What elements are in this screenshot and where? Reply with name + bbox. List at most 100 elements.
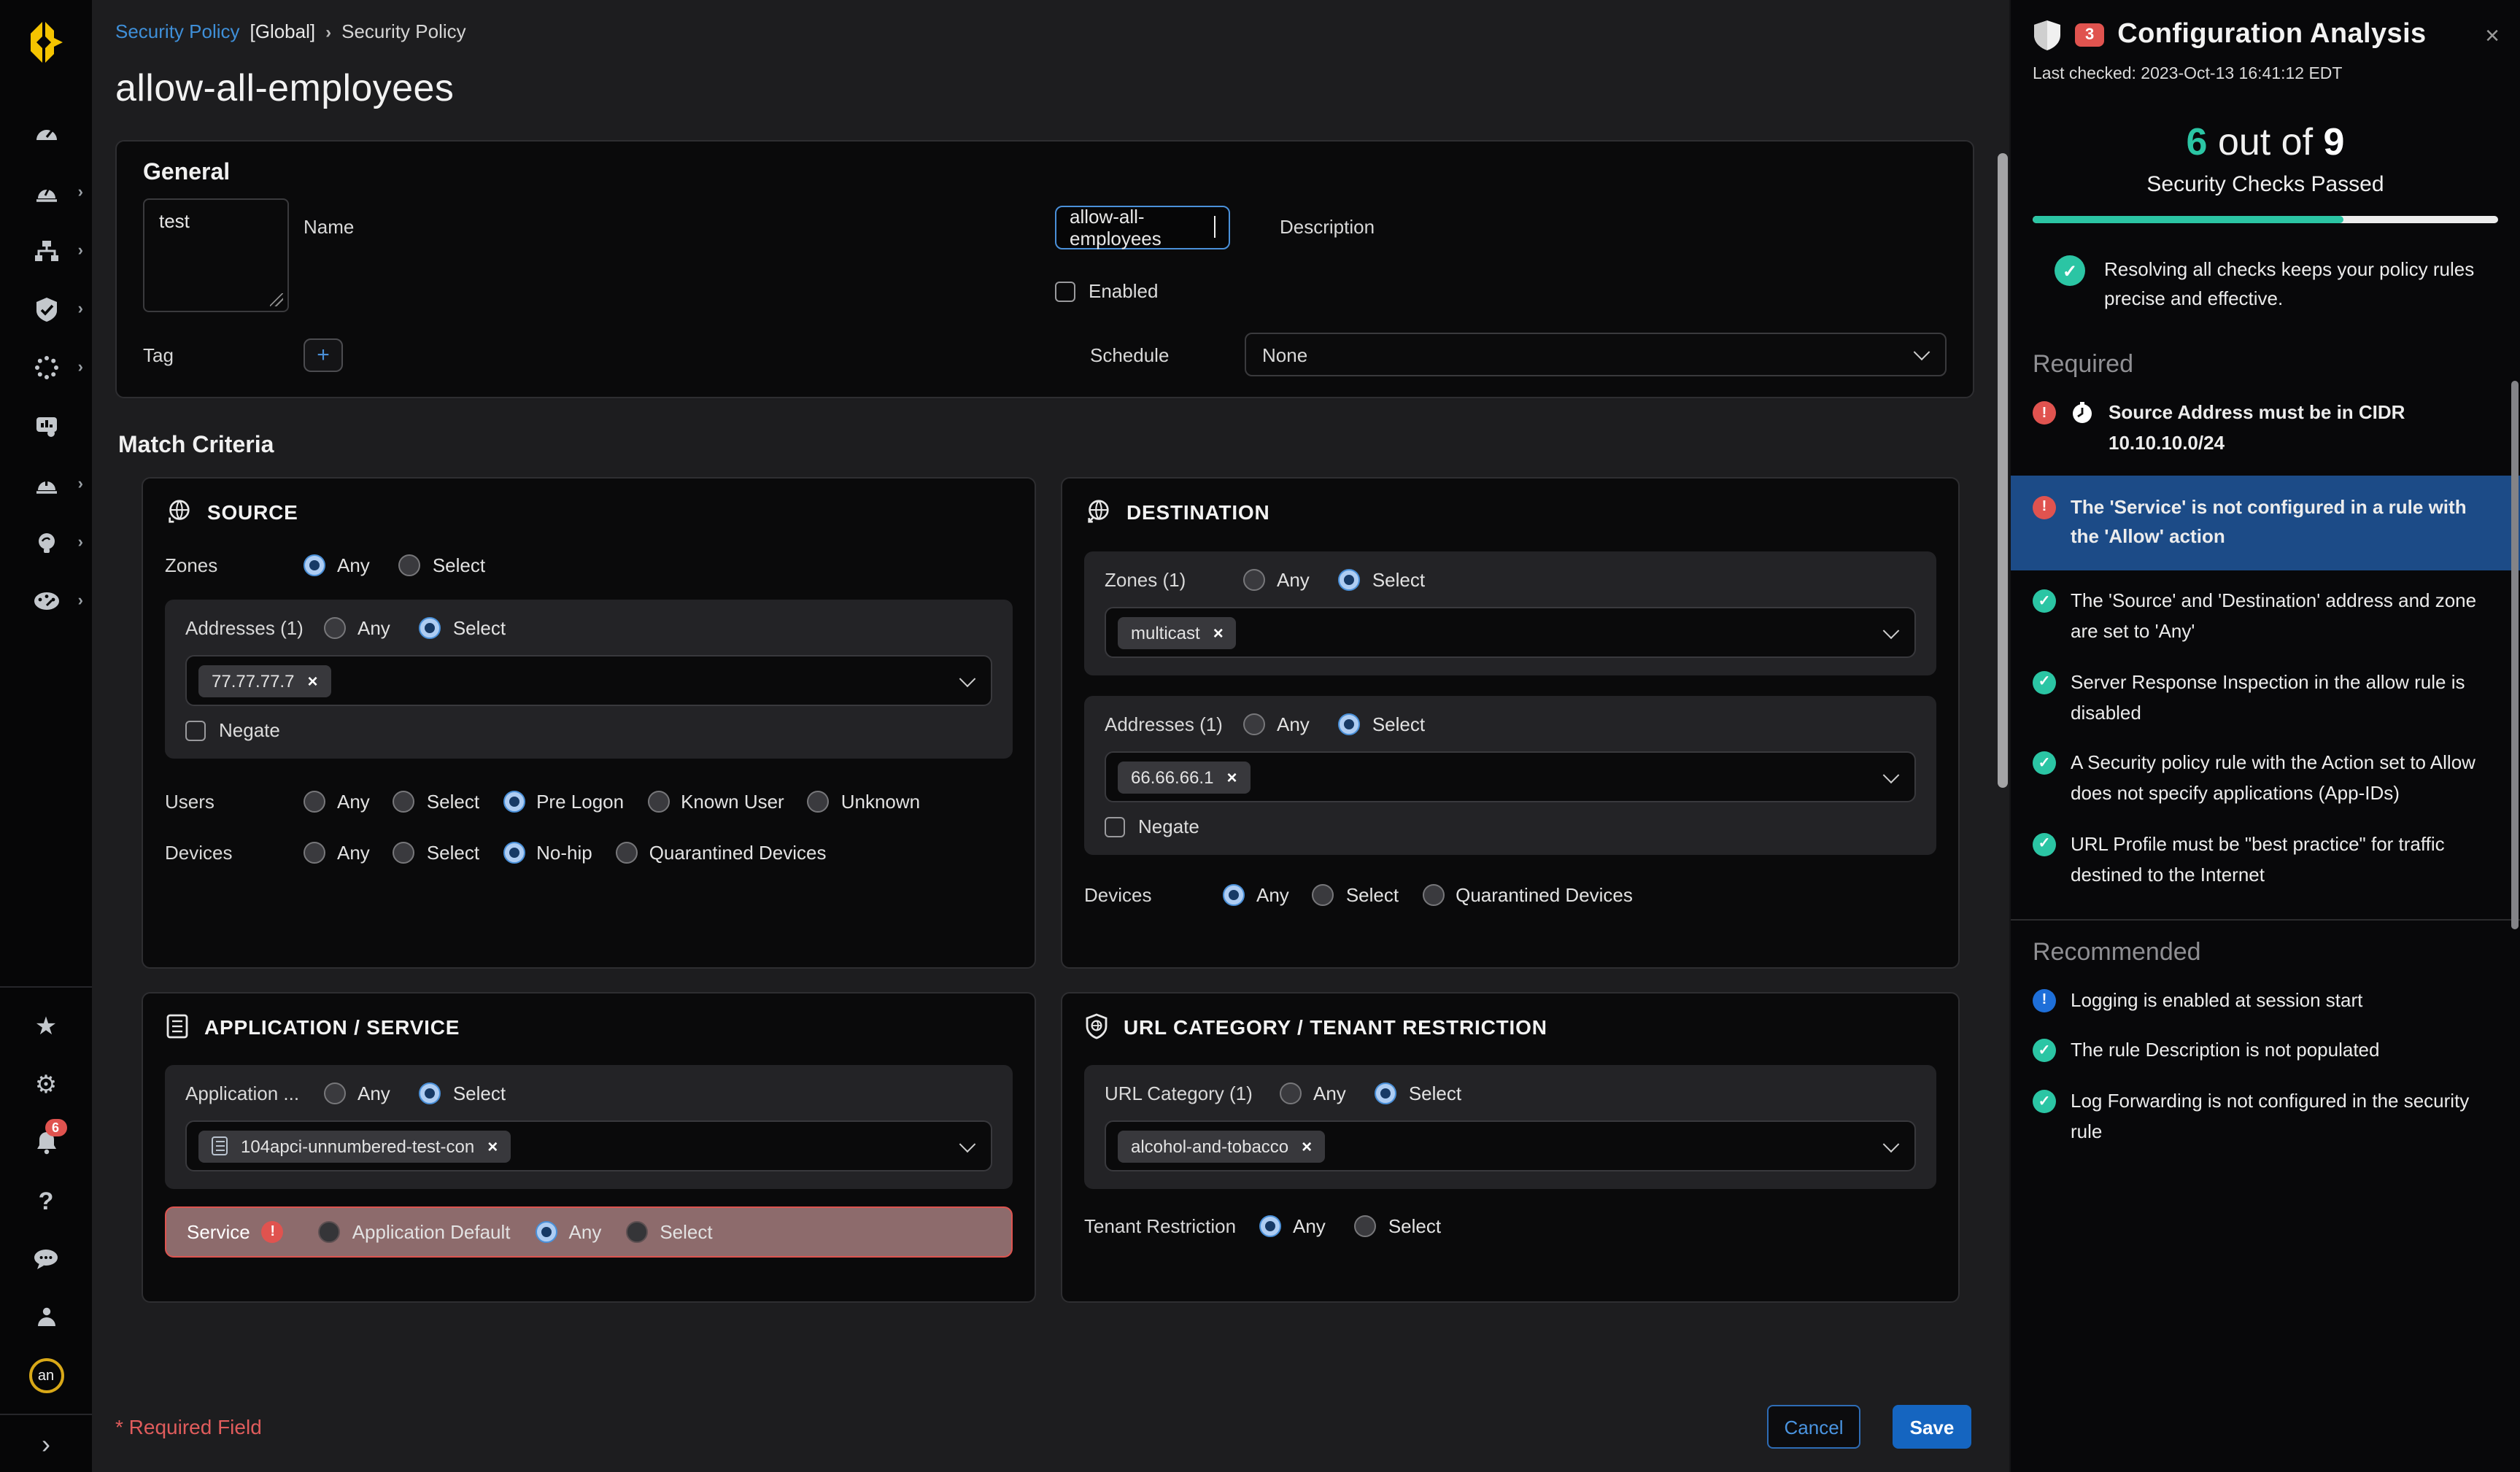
radio-option[interactable]: Any xyxy=(1243,569,1310,591)
url-category-chip: alcohol-and-tobacco xyxy=(1118,1130,1325,1162)
application-radio-group: Any Select xyxy=(324,1082,506,1104)
url-category-select[interactable]: alcohol-and-tobacco xyxy=(1105,1120,1916,1171)
radio-option[interactable]: Unknown xyxy=(808,791,920,813)
check-item[interactable]: URL Profile must be "best practice" for … xyxy=(2011,820,2520,901)
person-icon xyxy=(33,1304,59,1330)
sidebar-item-network[interactable] xyxy=(0,222,92,280)
breadcrumb: Security Policy [Global] Security Policy xyxy=(115,20,1974,42)
radio-option[interactable]: Any xyxy=(324,1082,390,1104)
check-item[interactable]: The rule Description is not populated xyxy=(2011,1026,2520,1077)
sidebar-item-report[interactable] xyxy=(0,397,92,455)
enabled-checkbox-row[interactable]: Enabled xyxy=(1055,274,1230,309)
address-chip: 66.66.66.1 xyxy=(1118,761,1250,793)
radio-icon xyxy=(304,554,325,576)
dest-address-select[interactable]: 66.66.66.1 xyxy=(1105,751,1916,802)
check-item[interactable]: Logging is enabled at session start xyxy=(2011,975,2520,1026)
remove-icon[interactable] xyxy=(487,1136,498,1156)
radio-option[interactable]: Any xyxy=(324,617,390,639)
radio-option[interactable]: Application Default xyxy=(319,1221,511,1243)
general-heading: General xyxy=(143,160,1947,187)
application-select[interactable]: 104apci-unnumbered-test-con xyxy=(185,1120,992,1171)
radio-option[interactable]: Any xyxy=(1223,884,1289,906)
radio-icon xyxy=(393,842,415,864)
recommended-heading: Recommended xyxy=(2033,937,2520,967)
remove-icon[interactable] xyxy=(1213,622,1224,643)
panel-scrollbar[interactable] xyxy=(2511,381,2519,929)
remove-icon[interactable] xyxy=(1302,1136,1312,1156)
radio-option[interactable]: Select xyxy=(1375,1082,1461,1104)
tenant-radio-group: Any Select xyxy=(1259,1215,1441,1237)
sidebar-item-user[interactable] xyxy=(0,1288,92,1347)
radio-option[interactable]: Any xyxy=(1243,713,1310,735)
close-icon[interactable] xyxy=(2485,23,2500,47)
sidebar-item-dashboard[interactable] xyxy=(0,105,92,163)
radio-option[interactable]: No-hip xyxy=(503,842,592,864)
negate-checkbox[interactable] xyxy=(185,720,206,740)
check-item[interactable]: A Security policy rule with the Action s… xyxy=(2011,739,2520,820)
sidebar-item-incident[interactable] xyxy=(0,455,92,514)
description-input[interactable]: test xyxy=(143,198,289,312)
check-item[interactable]: Source Address must be in CIDR 10.10.10.… xyxy=(2011,388,2520,469)
enabled-checkbox[interactable] xyxy=(1055,282,1075,302)
sidebar-avatar[interactable]: an xyxy=(0,1347,92,1405)
check-item[interactable]: Server Response Inspection in the allow … xyxy=(2011,658,2520,739)
match-criteria-heading: Match Criteria xyxy=(118,433,1974,460)
radio-option[interactable]: Quarantined Devices xyxy=(616,842,827,864)
source-address-select[interactable]: 77.77.77.7 xyxy=(185,655,992,706)
radio-option[interactable]: Select xyxy=(393,791,479,813)
dest-negate-row[interactable]: Negate xyxy=(1105,816,1916,837)
scrollbar-thumb[interactable] xyxy=(1998,153,2008,788)
radio-option[interactable]: Any xyxy=(536,1221,602,1243)
remove-icon[interactable] xyxy=(1226,767,1237,787)
radio-option[interactable]: Any xyxy=(1280,1082,1346,1104)
radio-option[interactable]: Any xyxy=(304,842,370,864)
add-tag-button[interactable]: + xyxy=(304,338,343,371)
radio-option[interactable]: Select xyxy=(393,842,479,864)
negate-label: Negate xyxy=(219,719,280,741)
sidebar-item-chat[interactable] xyxy=(0,1230,92,1288)
name-input[interactable]: allow-all-employees xyxy=(1055,206,1230,249)
radio-option[interactable]: Select xyxy=(420,1082,506,1104)
sidebar-item-insight[interactable] xyxy=(0,514,92,572)
status-icon xyxy=(2033,671,2056,694)
check-item[interactable]: The 'Source' and 'Destination' address a… xyxy=(2011,576,2520,657)
radio-option[interactable]: Select xyxy=(420,617,506,639)
save-button[interactable]: Save xyxy=(1893,1405,1971,1449)
radio-option[interactable]: Quarantined Devices xyxy=(1422,884,1633,906)
sidebar-item-help[interactable]: ? xyxy=(0,1171,92,1230)
breadcrumb-link[interactable]: Security Policy xyxy=(115,20,240,42)
sidebar-item-monitor[interactable] xyxy=(0,572,92,630)
status-icon xyxy=(2033,752,2056,775)
sidebar-item-notifications[interactable]: 6 xyxy=(0,1113,92,1171)
zones-radio-group: Any Select xyxy=(304,554,485,576)
sidebar-item-activity[interactable] xyxy=(0,338,92,397)
check-item[interactable]: The 'Service' is not configured in a rul… xyxy=(2011,475,2520,570)
sidebar-item-alarm[interactable] xyxy=(0,163,92,222)
url-radio-group: Any Select xyxy=(1280,1082,1461,1104)
sidebar-item-shield-check[interactable] xyxy=(0,280,92,338)
brand-logo-icon[interactable] xyxy=(21,18,71,67)
sidebar-item-settings[interactable]: ⚙ xyxy=(0,1055,92,1113)
radio-option[interactable]: Select xyxy=(1313,884,1399,906)
negate-checkbox[interactable] xyxy=(1105,816,1125,837)
radio-option[interactable]: Known User xyxy=(647,791,784,813)
check-item[interactable]: Log Forwarding is not configured in the … xyxy=(2011,1077,2520,1158)
source-negate-row[interactable]: Negate xyxy=(185,719,992,741)
radio-option[interactable]: Any xyxy=(1259,1215,1326,1237)
radio-option[interactable]: Select xyxy=(399,554,485,576)
radio-option[interactable]: Select xyxy=(626,1221,712,1243)
remove-icon[interactable] xyxy=(307,670,317,691)
devices-label: Devices xyxy=(1084,884,1223,906)
schedule-select[interactable]: None xyxy=(1245,333,1947,376)
sidebar-item-favorites[interactable]: ★ xyxy=(0,996,92,1055)
radio-option[interactable]: Any xyxy=(304,554,370,576)
radio-option[interactable]: Select xyxy=(1339,713,1425,735)
sidebar-expand-icon[interactable] xyxy=(42,1430,50,1460)
cancel-button[interactable]: Cancel xyxy=(1767,1405,1860,1449)
dest-zone-select[interactable]: multicast xyxy=(1105,607,1916,658)
main-scrollbar[interactable] xyxy=(1998,0,2008,1472)
radio-option[interactable]: Any xyxy=(304,791,370,813)
radio-option[interactable]: Select xyxy=(1339,569,1425,591)
radio-option[interactable]: Pre Logon xyxy=(503,791,624,813)
radio-option[interactable]: Select xyxy=(1355,1215,1441,1237)
